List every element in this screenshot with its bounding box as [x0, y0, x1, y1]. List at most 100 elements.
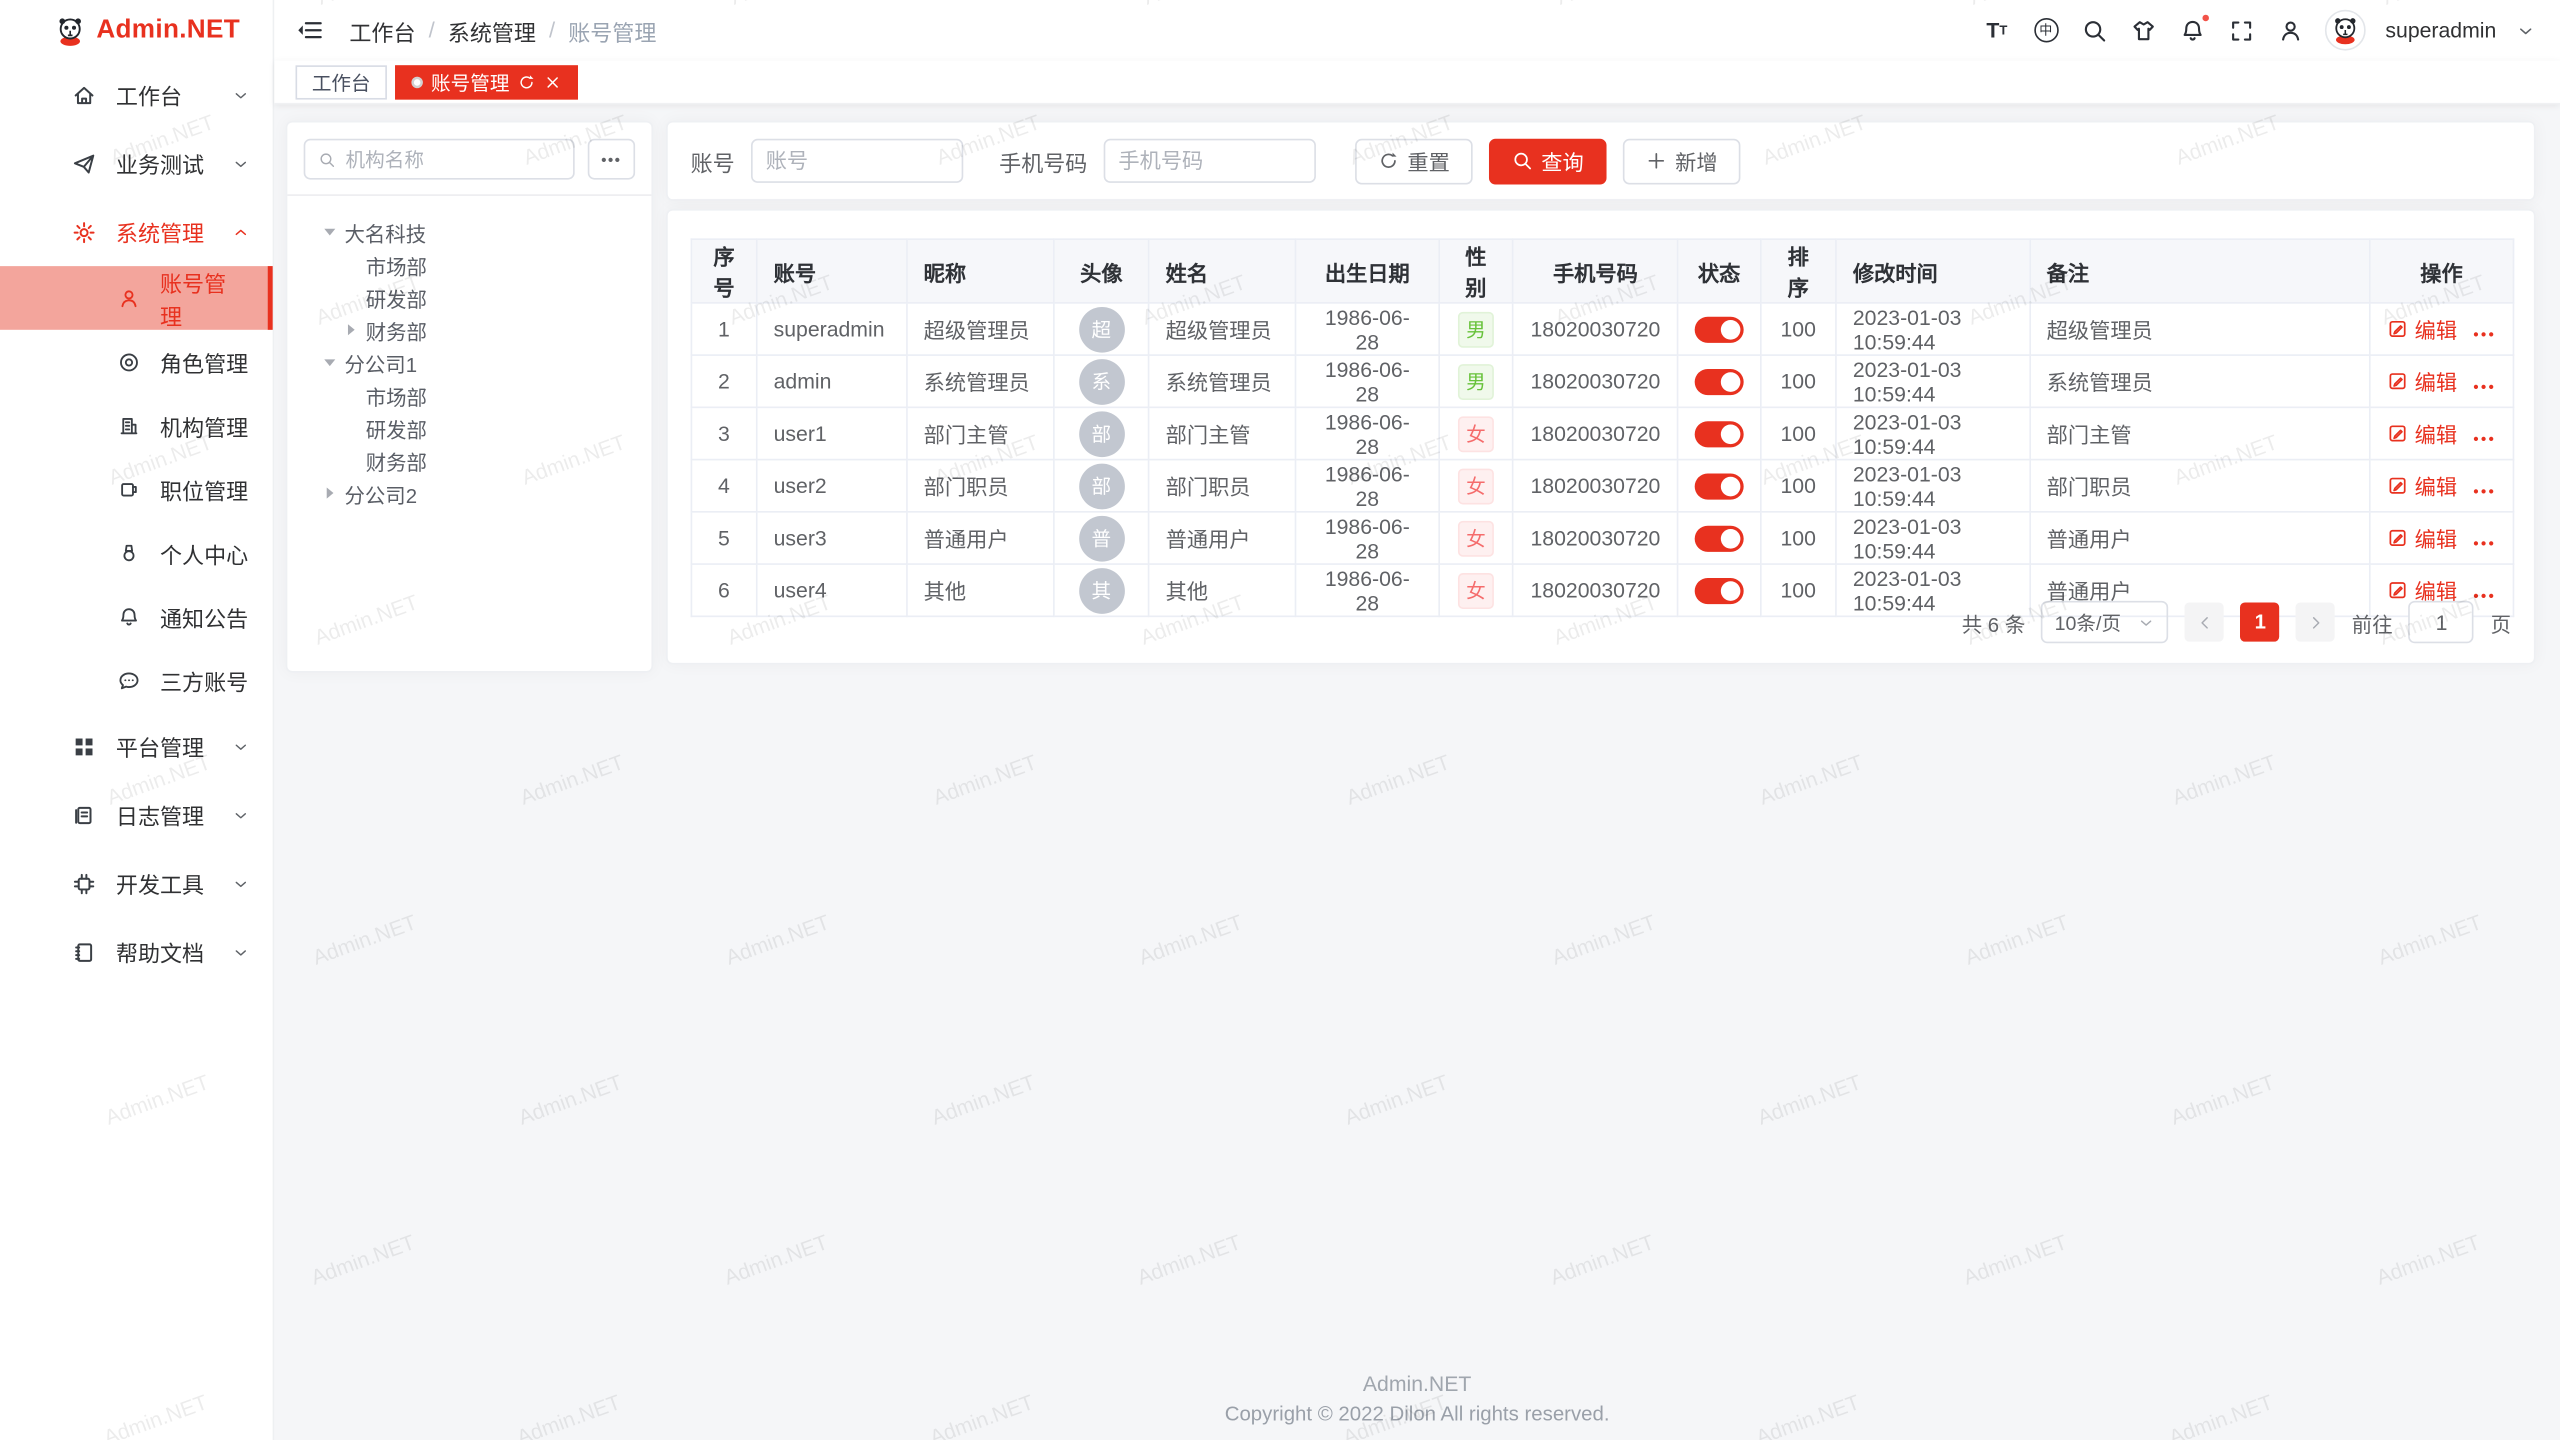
col-nickname: 昵称: [907, 239, 1055, 303]
status-toggle[interactable]: [1695, 473, 1744, 499]
language-icon[interactable]: 中: [2031, 16, 2060, 45]
fullscreen-icon[interactable]: [2227, 16, 2256, 45]
page-size-select[interactable]: 10条/页: [2042, 601, 2169, 643]
more-actions-button[interactable]: •••: [2473, 431, 2496, 447]
notification-icon[interactable]: [2178, 16, 2207, 45]
tree-node[interactable]: 分公司1: [287, 346, 651, 379]
col-status: 状态: [1677, 239, 1760, 303]
sidebar-subitem-personal-center[interactable]: 个人中心: [0, 521, 273, 585]
brand-name: Admin.NET: [96, 16, 240, 45]
edit-button[interactable]: 编辑: [2387, 418, 2457, 449]
sidebar-item-help-docs[interactable]: 帮助文档: [0, 918, 273, 987]
col-birth: 出生日期: [1296, 239, 1438, 303]
tree-node[interactable]: 市场部: [287, 248, 651, 281]
table-row: 5 user3 普通用户 普 普通用户 1986-06-28 女 1802003…: [691, 512, 2513, 564]
tab-account-management[interactable]: 账号管理: [395, 64, 578, 98]
tree-node[interactable]: 大名科技: [287, 216, 651, 249]
header-actions: TT 中 superadmin: [1982, 10, 2560, 51]
gender-badge: 女: [1458, 520, 1494, 556]
account-label: 账号: [691, 144, 735, 177]
sidebar-subitem-position-management[interactable]: 职位管理: [0, 457, 273, 521]
sidebar-subitem-org-management[interactable]: 机构管理: [0, 393, 273, 457]
search-icon[interactable]: [2080, 16, 2109, 45]
chevron-down-icon: [2138, 613, 2156, 631]
font-size-icon[interactable]: TT: [1982, 16, 2011, 45]
active-tab-dot: [411, 76, 422, 87]
phone-input[interactable]: [1104, 139, 1316, 183]
profile-icon[interactable]: [2276, 16, 2305, 45]
status-toggle[interactable]: [1695, 369, 1744, 395]
tree-node[interactable]: 财务部: [287, 313, 651, 346]
brand-logo[interactable]: Admin.NET: [0, 0, 273, 60]
caret-right-icon[interactable]: [341, 320, 361, 340]
org-tree: 大名科技 市场部 研发部 财务部 分公司1: [287, 196, 651, 509]
tab-workbench[interactable]: 工作台: [296, 64, 387, 98]
page-unit-label: 页: [2491, 607, 2511, 638]
theme-skin-icon[interactable]: [2129, 16, 2158, 45]
sidebar-item-dev-tools[interactable]: 开发工具: [0, 849, 273, 918]
sidebar-subitem-third-party-account[interactable]: 三方账号: [0, 648, 273, 712]
sidebar-item-log-management[interactable]: 日志管理: [0, 780, 273, 849]
next-page-button[interactable]: [2296, 602, 2335, 641]
col-no: 序号: [691, 239, 756, 303]
edit-button[interactable]: 编辑: [2387, 313, 2457, 344]
tab-label: 账号管理: [431, 68, 509, 96]
status-toggle[interactable]: [1695, 316, 1744, 342]
user-avatar[interactable]: [2325, 10, 2366, 51]
edit-button[interactable]: 编辑: [2387, 366, 2457, 397]
more-actions-button[interactable]: •••: [2473, 483, 2496, 499]
col-actions: 操作: [2370, 239, 2514, 303]
caret-right-icon[interactable]: [320, 483, 340, 503]
tree-node[interactable]: 财务部: [287, 444, 651, 477]
breadcrumb-workbench[interactable]: 工作台: [349, 14, 415, 47]
sidebar-subitem-label: 账号管理: [160, 265, 245, 330]
more-actions-button[interactable]: •••: [2473, 379, 2496, 395]
reset-button[interactable]: 重置: [1355, 138, 1473, 184]
pagination-total: 共 6 条: [1962, 607, 2026, 638]
footer-title: Admin.NET: [274, 1371, 2560, 1395]
sidebar-item-business-test[interactable]: 业务测试: [0, 129, 273, 198]
menu-fold-icon[interactable]: [296, 16, 324, 44]
sidebar-item-label: 帮助文档: [116, 936, 204, 969]
current-page[interactable]: 1: [2241, 602, 2280, 641]
tree-node[interactable]: 研发部: [287, 411, 651, 444]
goto-page-input[interactable]: [2409, 601, 2474, 643]
prev-page-button[interactable]: [2185, 602, 2224, 641]
breadcrumb-system-management[interactable]: 系统管理: [448, 14, 536, 47]
tree-node[interactable]: 分公司2: [287, 477, 651, 510]
status-toggle[interactable]: [1695, 525, 1744, 551]
panda-logo-icon: [54, 14, 87, 47]
tab-close-icon[interactable]: [544, 73, 562, 91]
table-row: 4 user2 部门职员 部 部门职员 1986-06-28 女 1802003…: [691, 460, 2513, 512]
sidebar-subitem-notice[interactable]: 通知公告: [0, 584, 273, 648]
gender-badge: 男: [1458, 363, 1494, 399]
edit-button[interactable]: 编辑: [2387, 522, 2457, 553]
table-row: 3 user1 部门主管 部 部门主管 1986-06-28 女 1802003…: [691, 407, 2513, 459]
sidebar-subitem-account-management[interactable]: 账号管理: [0, 266, 273, 330]
more-actions-button[interactable]: •••: [2473, 536, 2496, 552]
tree-node[interactable]: 市场部: [287, 379, 651, 412]
sidebar-item-platform-management[interactable]: 平台管理: [0, 712, 273, 781]
caret-down-icon[interactable]: [320, 222, 340, 242]
breadcrumb-separator: /: [549, 18, 555, 42]
query-button[interactable]: 查询: [1489, 138, 1607, 184]
avatar: 普: [1078, 515, 1124, 561]
user-menu-chevron-icon[interactable]: [2516, 20, 2536, 40]
org-search-input[interactable]: [346, 148, 560, 171]
sidebar-item-workbench[interactable]: 工作台: [0, 60, 273, 129]
more-actions-button[interactable]: •••: [2473, 327, 2496, 343]
tab-refresh-icon[interactable]: [518, 73, 536, 91]
add-button[interactable]: 新增: [1623, 138, 1741, 184]
caret-down-icon[interactable]: [320, 353, 340, 373]
org-more-button[interactable]: •••: [588, 139, 635, 180]
sidebar-item-system-management[interactable]: 系统管理: [0, 198, 273, 267]
username[interactable]: superadmin: [2385, 18, 2496, 42]
status-toggle[interactable]: [1695, 578, 1744, 604]
account-input[interactable]: [751, 139, 963, 183]
col-modified: 修改时间: [1836, 239, 2030, 303]
sidebar-subitem-role-management[interactable]: 角色管理: [0, 330, 273, 394]
edit-button[interactable]: 编辑: [2387, 470, 2457, 501]
status-toggle[interactable]: [1695, 421, 1744, 447]
col-account: 账号: [756, 239, 906, 303]
tree-node[interactable]: 研发部: [287, 281, 651, 314]
